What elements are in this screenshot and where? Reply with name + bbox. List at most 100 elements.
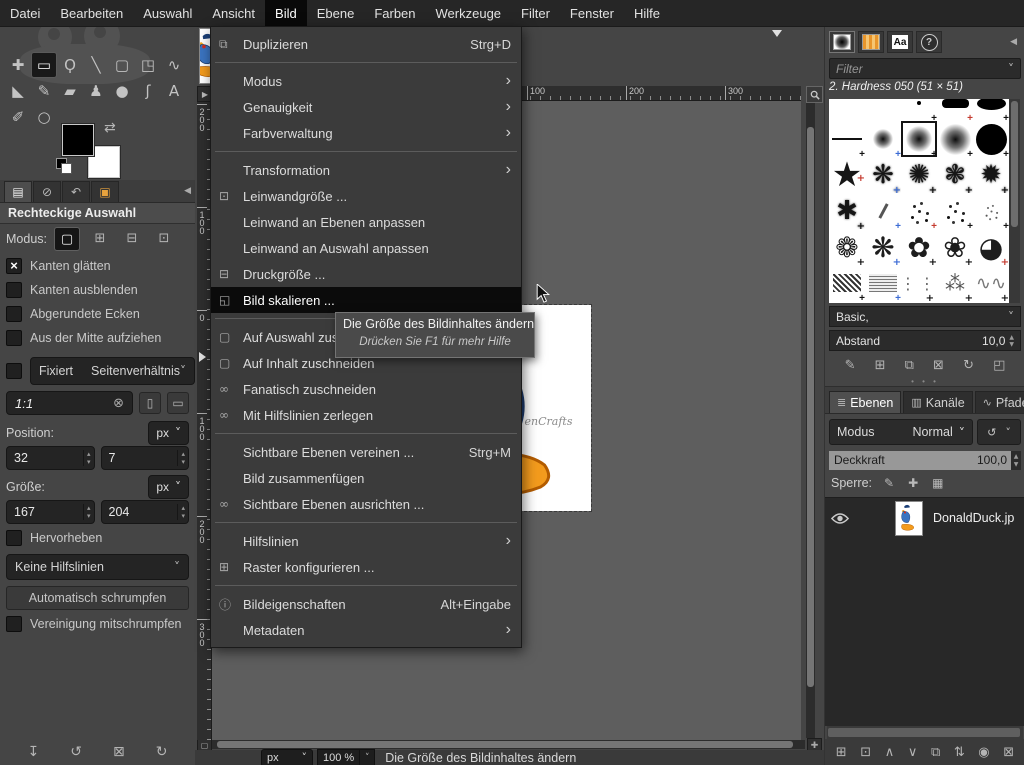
- menubar-item-werkzeuge[interactable]: Werkzeuge: [426, 0, 512, 26]
- menu-item-mit-hilfslinien-zerlegen[interactable]: ∞ Mit Hilfslinien zerlegen ›: [211, 402, 521, 428]
- brush-swatch-acrylic-1[interactable]: ❋: [865, 157, 901, 193]
- auto-shrink-button[interactable]: Automatisch schrumpfen: [6, 586, 189, 610]
- portrait-icon[interactable]: ▯: [139, 392, 161, 414]
- highlight-checkbox[interactable]: Hervorheben: [6, 526, 189, 550]
- checkbox-icon[interactable]: [6, 258, 22, 274]
- layer-list-scrollbar[interactable]: [827, 726, 1023, 739]
- antialiasing-checkbox[interactable]: Kanten glätten: [6, 254, 189, 278]
- menu-item-sichtbare-ebenen-vereinen[interactable]: Sichtbare Ebenen vereinen ... Strg+M ›: [211, 439, 521, 465]
- layer-mode-switch-button[interactable]: ↺ ˅: [977, 419, 1021, 445]
- patterns-tab[interactable]: [858, 31, 884, 53]
- move-tool-icon[interactable]: ✚: [5, 52, 31, 78]
- brush-scrollbar[interactable]: [1009, 99, 1020, 303]
- brush-filter-input[interactable]: Filter ˅: [829, 58, 1021, 79]
- brush-swatch-hay[interactable]: ⁂: [937, 265, 973, 301]
- new-layer-button[interactable]: ⊞: [836, 745, 847, 760]
- lock-alpha-icon[interactable]: ▦: [932, 476, 943, 490]
- menu-separator[interactable]: ›: [211, 517, 521, 528]
- foreground-color-swatch[interactable]: [62, 124, 94, 156]
- brush-swatch[interactable]: [829, 99, 865, 121]
- statusbar-unit-select[interactable]: px ˅: [261, 749, 313, 765]
- anchor-layer-button[interactable]: ◉: [978, 745, 989, 760]
- menubar-item-ebene[interactable]: Ebene: [307, 0, 365, 26]
- menu-item-fanatisch-zuschneiden[interactable]: ∞ Fanatisch zuschneiden ›: [211, 376, 521, 402]
- new-brush-button[interactable]: ⊞: [875, 358, 886, 373]
- size-width-input[interactable]: 167 ▴▾: [6, 500, 95, 524]
- lock-pixels-icon[interactable]: ✎: [884, 476, 894, 490]
- menubar-item-fenster[interactable]: Fenster: [560, 0, 624, 26]
- brush-swatch-cell-3[interactable]: ❀: [937, 229, 973, 265]
- brush-swatch-hardness-100[interactable]: [973, 121, 1009, 157]
- menu-item-leinwand-an-auswahl[interactable]: Leinwand an Auswahl anpassen ›: [211, 235, 521, 261]
- brush-swatch[interactable]: [865, 99, 901, 121]
- warp-tool-icon[interactable]: ∿: [161, 52, 187, 78]
- smudge-tool-icon[interactable]: ●: [109, 78, 135, 104]
- checkbox-icon[interactable]: [6, 306, 22, 322]
- spinner-arrows-icon[interactable]: ▴▾: [83, 504, 94, 520]
- save-tool-preset-button[interactable]: ↧: [28, 744, 40, 760]
- fonts-tab[interactable]: Aa: [887, 31, 913, 53]
- menu-item-duplizieren[interactable]: ⧉ Duplizieren Strg+D ›: [211, 31, 521, 57]
- menu-item-bild-zusammenfuegen[interactable]: Bild zusammenfügen ›: [211, 465, 521, 491]
- clear-icon[interactable]: ⊗: [113, 396, 124, 411]
- fuzzy-select-tool-icon[interactable]: ╲: [83, 52, 109, 78]
- rounded-corners-checkbox[interactable]: Abgerundete Ecken: [6, 302, 189, 326]
- feather-edges-checkbox[interactable]: Kanten ausblenden: [6, 278, 189, 302]
- brush-swatch-confetti-3[interactable]: [973, 193, 1009, 229]
- menu-separator[interactable]: ›: [211, 428, 521, 439]
- brush-swatch-acrylic-3[interactable]: ❃: [937, 157, 973, 193]
- checkbox-icon[interactable]: [6, 616, 22, 632]
- selection-mode-subtract-button[interactable]: ⊟: [120, 227, 144, 249]
- brush-swatch-acrylic-4[interactable]: ✹: [973, 157, 1009, 193]
- horizontal-scrollbar[interactable]: [211, 740, 805, 749]
- brush-swatch-cell-1[interactable]: ❋: [865, 229, 901, 265]
- menu-separator[interactable]: ›: [211, 146, 521, 157]
- menu-item-farbverwaltung[interactable]: Farbverwaltung ›: [211, 120, 521, 146]
- zoom-follows-window-icon[interactable]: [806, 86, 823, 103]
- menubar-item-ansicht[interactable]: Ansicht: [202, 0, 265, 26]
- brush-group-select[interactable]: Basic, ˅: [829, 306, 1021, 327]
- brush-swatch-confetti-2[interactable]: [937, 193, 973, 229]
- eraser-tool-icon[interactable]: ▰: [57, 78, 83, 104]
- brush-swatch-scribble[interactable]: [865, 265, 901, 301]
- size-height-input[interactable]: 204 ▴▾: [101, 500, 190, 524]
- spinner-arrows-icon[interactable]: ▲▼: [1009, 334, 1014, 348]
- brush-swatch-cell-2[interactable]: ✿: [901, 229, 937, 265]
- checkbox-icon[interactable]: [6, 530, 22, 546]
- checkbox-icon[interactable]: [6, 330, 22, 346]
- unified-transform-tool-icon[interactable]: ◳: [135, 52, 161, 78]
- visibility-eye-icon[interactable]: [825, 513, 855, 524]
- expand-from-center-checkbox[interactable]: Aus der Mitte aufziehen: [6, 326, 189, 350]
- menubar-item-bearbeiten[interactable]: Bearbeiten: [50, 0, 133, 26]
- statusbar-zoom-value[interactable]: 100 %: [317, 749, 360, 765]
- paintbrush-tool-icon[interactable]: ✎: [31, 78, 57, 104]
- raise-layer-button[interactable]: ∧: [885, 745, 895, 760]
- vertical-scrollbar[interactable]: [806, 102, 815, 738]
- selection-mode-replace-button[interactable]: ▢: [54, 227, 80, 251]
- spinner-arrows-icon[interactable]: ▴▾: [83, 450, 94, 466]
- delete-tool-preset-button[interactable]: ⊠: [113, 744, 125, 760]
- collapse-dock-icon[interactable]: ◀: [184, 186, 191, 196]
- menubar-item-filter[interactable]: Filter: [511, 0, 560, 26]
- default-colors-icon[interactable]: [56, 158, 70, 172]
- zoom-select-chevron-icon[interactable]: ˅: [360, 749, 375, 765]
- bucket-fill-tool-icon[interactable]: ◣: [5, 78, 31, 104]
- brush-swatch-hardness-050[interactable]: [901, 121, 937, 157]
- layer-row-donaldduck[interactable]: DonaldDuck.jp: [825, 498, 1024, 538]
- clone-tool-icon[interactable]: ♟: [83, 78, 109, 104]
- scrollbar-thumb[interactable]: [1011, 101, 1018, 227]
- selection-mode-add-button[interactable]: ⊞: [88, 227, 112, 249]
- crop-tool-icon[interactable]: ▢: [109, 52, 135, 78]
- brush-swatch-pixel[interactable]: [901, 99, 937, 121]
- brush-swatch-hardness-025[interactable]: [865, 121, 901, 157]
- brush-swatch-stroke[interactable]: [865, 193, 901, 229]
- dock-splitter-handle[interactable]: • • •: [825, 377, 1024, 387]
- new-layer-group-button[interactable]: ⊡: [860, 745, 871, 760]
- menu-item-leinwandgroesse[interactable]: ⊡ Leinwandgröße ... ›: [211, 183, 521, 209]
- paths-tool-icon[interactable]: ʃ: [135, 78, 161, 104]
- open-brush-as-image-button[interactable]: ◰: [993, 358, 1005, 373]
- brush-swatch-block[interactable]: [937, 99, 973, 121]
- lower-layer-button[interactable]: ∨: [908, 745, 918, 760]
- spinner-arrows-icon[interactable]: ▲▼: [1011, 451, 1021, 470]
- layer-thumbnail[interactable]: [895, 501, 923, 536]
